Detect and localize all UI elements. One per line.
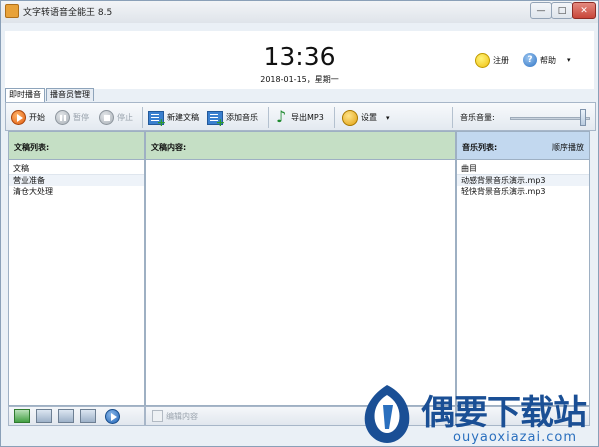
list-item[interactable]: 动感背景音乐演示.mp3 xyxy=(457,175,589,186)
clock-date: 2018-01-15，星期一 xyxy=(260,75,339,84)
tab-announcer-management[interactable]: 播音员管理 xyxy=(46,88,94,101)
clock-header: 13:36 2018-01-15，星期一 注册 ? 帮助 ▾ xyxy=(5,31,594,89)
document-list-title: 文稿列表: xyxy=(9,132,144,160)
document-list-panel: 文稿列表: 文稿 营业准备 清仓大处理 xyxy=(8,131,145,406)
add-music-button[interactable]: 添加音乐 xyxy=(207,109,258,129)
list-item[interactable]: 轻快背景音乐演示.mp3 xyxy=(457,186,589,197)
document-content-area[interactable] xyxy=(146,160,455,404)
help-button[interactable]: ? 帮助 ▾ xyxy=(523,53,571,67)
move-down-icon[interactable] xyxy=(80,409,96,423)
register-label: 注册 xyxy=(493,56,509,65)
register-button[interactable]: 注册 xyxy=(475,53,509,68)
minimize-button[interactable]: — xyxy=(530,2,552,19)
document-list-actions xyxy=(8,406,145,426)
list-item[interactable]: 清仓大处理 xyxy=(9,186,144,197)
move-up-icon[interactable] xyxy=(58,409,74,423)
window-title: 文字转语音全能王 8.5 xyxy=(23,8,113,18)
app-logo-icon xyxy=(5,4,19,18)
watermark-text: 偶要下载站 xyxy=(421,393,587,433)
music-list-column-header[interactable]: 曲目 xyxy=(457,160,589,175)
help-label: 帮助 xyxy=(540,55,556,65)
music-list-title-text: 音乐列表: xyxy=(462,143,498,152)
music-note-icon xyxy=(276,107,288,126)
toolbar-divider xyxy=(452,107,453,128)
export-mp3-button[interactable]: 导出MP3 xyxy=(276,107,324,126)
play-document-icon[interactable] xyxy=(105,409,120,424)
toolbar: 开始 暂停 停止 新建文稿 添加音乐 导出MP3 设置 ▾ xyxy=(5,102,596,131)
volume-slider-track[interactable] xyxy=(510,117,590,120)
settings-label: 设置 xyxy=(361,113,377,122)
edit-content-label: 编辑内容 xyxy=(166,411,198,421)
watermark: 偶要下载站 ouyaoxiazai.com xyxy=(359,383,599,447)
pause-label: 暂停 xyxy=(73,113,89,122)
title-bar: 文字转语音全能王 8.5 — □ ✕ xyxy=(1,1,598,23)
app-window: 文字转语音全能王 8.5 — □ ✕ 13:36 2018-01-15，星期一 … xyxy=(0,0,599,447)
play-icon xyxy=(11,110,26,125)
watermark-logo-icon xyxy=(364,385,410,443)
pause-icon xyxy=(55,110,70,125)
gear-icon xyxy=(342,109,358,126)
export-mp3-label: 导出MP3 xyxy=(291,113,324,122)
toolbar-divider xyxy=(334,107,335,128)
stop-button[interactable]: 停止 xyxy=(99,109,133,126)
new-document-label: 新建文稿 xyxy=(167,113,199,122)
smiley-icon xyxy=(475,53,490,68)
play-mode-selector[interactable]: 顺序播放 xyxy=(552,142,584,153)
toolbar-divider xyxy=(142,107,143,128)
document-list-column-header[interactable]: 文稿 xyxy=(9,160,144,175)
stop-icon xyxy=(99,110,114,125)
list-item[interactable]: 营业准备 xyxy=(9,175,144,186)
music-list-title: 音乐列表: 顺序播放 xyxy=(457,132,589,160)
stop-label: 停止 xyxy=(117,113,133,122)
chevron-down-icon[interactable]: ▾ xyxy=(567,56,571,64)
watermark-url: ouyaoxiazai.com xyxy=(453,430,577,445)
chevron-down-icon[interactable]: ▾ xyxy=(386,114,390,122)
add-music-icon xyxy=(207,110,225,129)
toolbar-divider xyxy=(268,107,269,128)
help-icon: ? xyxy=(523,53,537,67)
add-music-label: 添加音乐 xyxy=(226,113,258,122)
document-content-panel: 文稿内容: xyxy=(145,131,456,406)
pause-button[interactable]: 暂停 xyxy=(55,109,89,126)
tab-instant-broadcast[interactable]: 即时播音 xyxy=(5,88,45,102)
start-label: 开始 xyxy=(29,113,45,122)
edit-document-icon[interactable] xyxy=(36,409,52,423)
music-list-panel: 音乐列表: 顺序播放 曲目 动感背景音乐演示.mp3 轻快背景音乐演示.mp3 xyxy=(456,131,590,406)
settings-button[interactable]: 设置 ▾ xyxy=(342,109,390,126)
close-button[interactable]: ✕ xyxy=(572,2,596,19)
edit-icon xyxy=(152,410,163,422)
document-content-title: 文稿内容: xyxy=(146,132,455,160)
new-document-button[interactable]: 新建文稿 xyxy=(148,109,199,129)
maximize-button[interactable]: □ xyxy=(551,2,573,19)
new-document-icon xyxy=(148,110,166,129)
start-button[interactable]: 开始 xyxy=(11,109,45,126)
volume-slider-handle[interactable] xyxy=(580,109,587,126)
tab-strip: 即时播音 播音员管理 xyxy=(5,88,95,102)
edit-content-button[interactable]: 编辑内容 xyxy=(152,410,198,422)
volume-label: 音乐音量: xyxy=(460,113,495,122)
add-document-icon[interactable] xyxy=(14,409,30,423)
